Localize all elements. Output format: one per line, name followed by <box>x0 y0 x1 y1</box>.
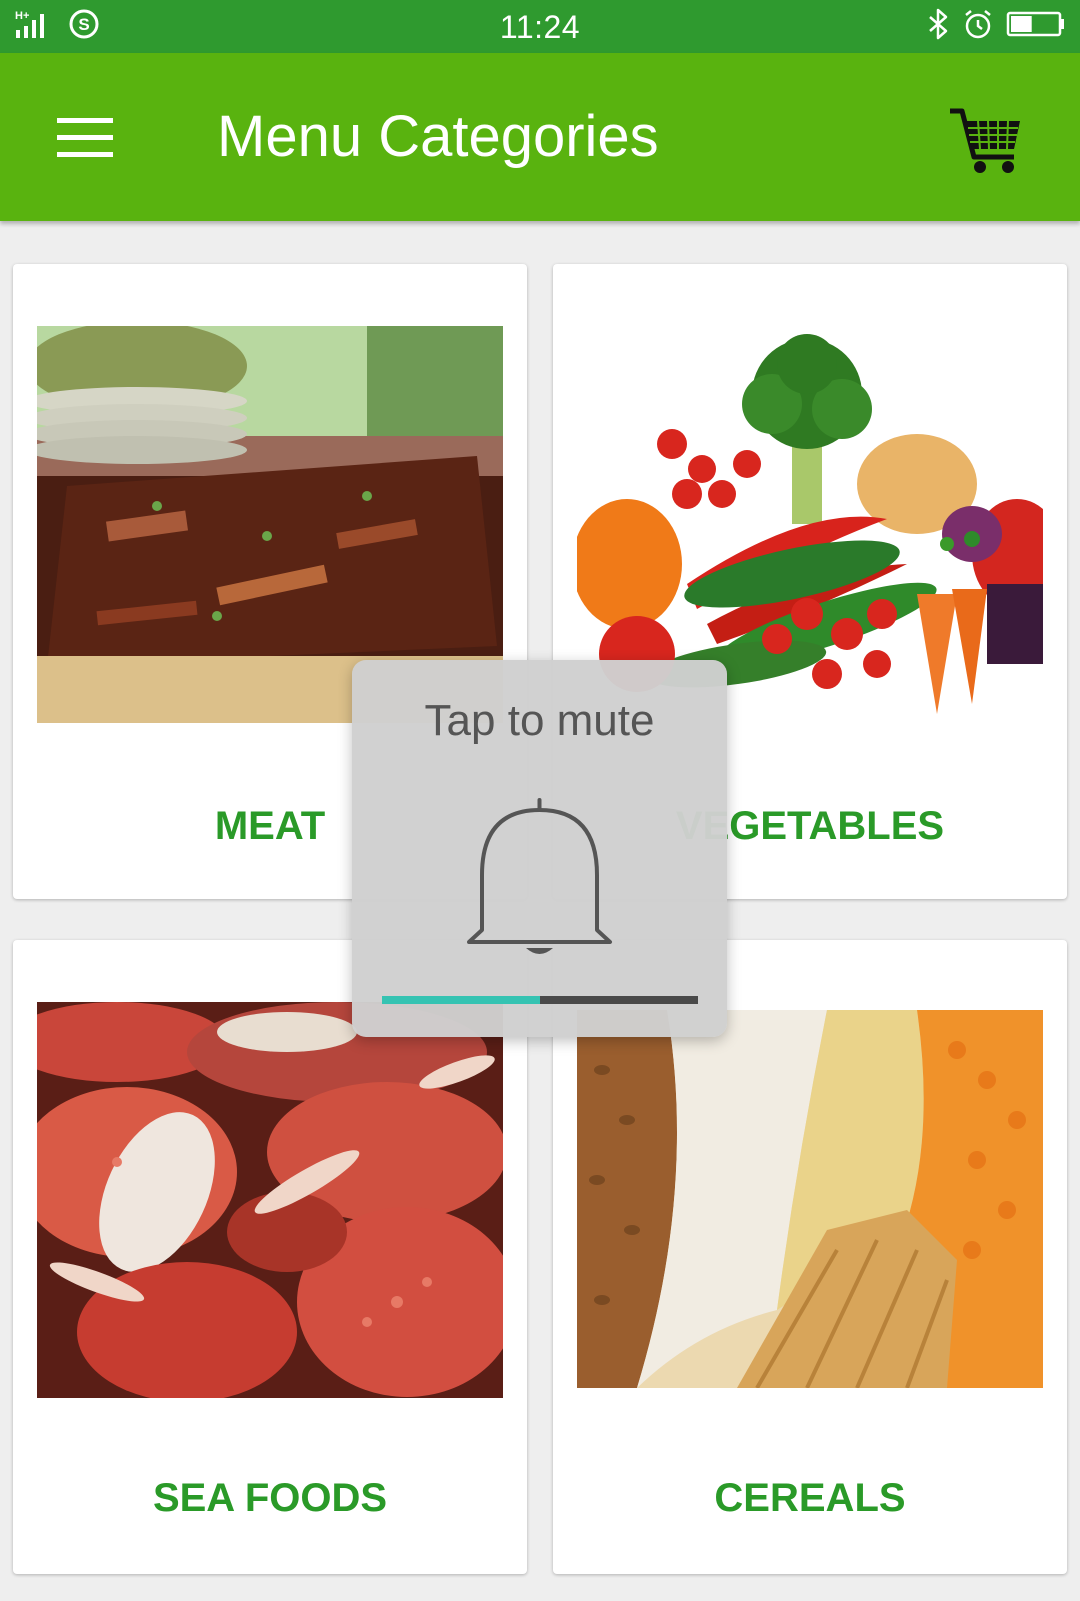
volume-slider[interactable] <box>382 996 698 1004</box>
cart-button[interactable] <box>948 101 1028 181</box>
page-title: Menu Categories <box>217 104 659 169</box>
status-right-icons <box>926 8 1066 45</box>
hamburger-menu-button[interactable] <box>40 93 130 183</box>
volume-level-fill <box>382 996 540 1004</box>
volume-popup[interactable]: Tap to mute <box>352 660 727 1037</box>
app-bar: Menu Categories <box>0 53 1080 221</box>
sea-foods-image <box>37 1002 503 1398</box>
tap-to-mute-text: Tap to mute <box>424 696 655 745</box>
cereals-image <box>577 1010 1043 1388</box>
alarm-icon <box>962 8 994 45</box>
bell-icon[interactable] <box>452 790 627 965</box>
vegetables-image <box>577 334 1043 714</box>
status-time: 11:24 <box>499 9 581 45</box>
hamburger-icon <box>57 118 113 157</box>
battery-icon <box>1006 8 1066 45</box>
bluetooth-icon <box>926 8 950 45</box>
shopping-cart-icon <box>950 108 1020 173</box>
category-label-cereals: CEREALS <box>714 1476 906 1520</box>
status-bar: H+ S 11:24 <box>0 0 1080 53</box>
category-label-sea-foods: SEA FOODS <box>152 1476 388 1520</box>
